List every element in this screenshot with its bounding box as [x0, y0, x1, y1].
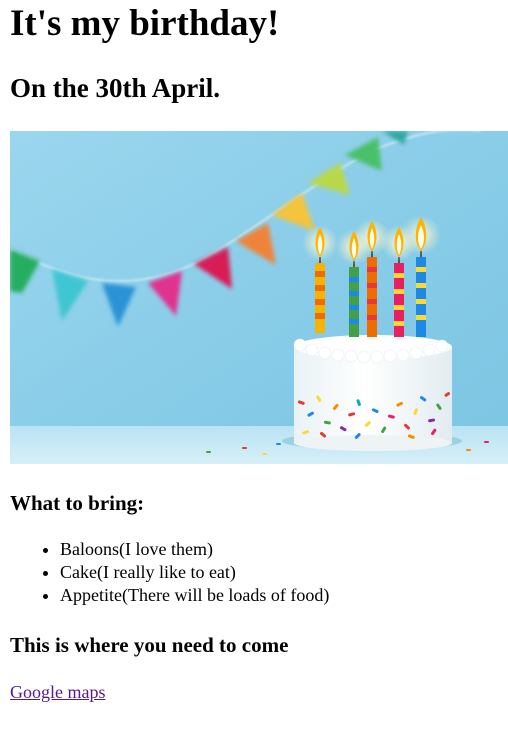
list-item: Baloons(I love them) [60, 538, 329, 561]
page-title: It's my birthday! [10, 3, 280, 44]
bring-heading: What to bring: [10, 491, 145, 515]
page: It's my birthday! On the 30th April. Wha… [0, 0, 508, 730]
location-heading: This is where you need to come [10, 633, 289, 657]
birthday-cake-photo [10, 131, 508, 464]
bring-list: Baloons(I love them) Cake(I really like … [0, 538, 329, 607]
google-maps-link[interactable]: Google maps [10, 681, 105, 703]
list-item: Appetite(There will be loads of food) [60, 584, 329, 607]
list-item: Cake(I really like to eat) [60, 561, 329, 584]
date-heading: On the 30th April. [10, 73, 221, 103]
